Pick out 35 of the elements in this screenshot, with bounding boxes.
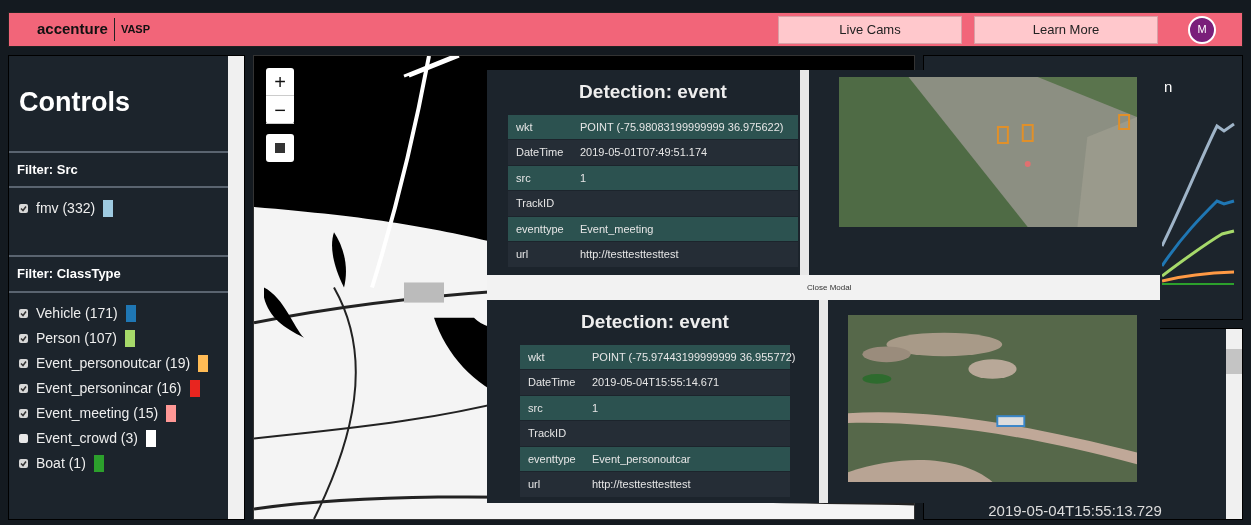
- nav-button[interactable]: Learn More: [974, 15, 1158, 44]
- checkbox[interactable]: [19, 433, 28, 443]
- timestamp: 2019-05-04T15:55:13.729: [988, 503, 1162, 519]
- filter-label: Vehicle (171): [36, 303, 118, 323]
- scrollbar[interactable]: [1226, 329, 1242, 519]
- checkbox[interactable]: [19, 458, 28, 468]
- app-name: VASP: [120, 22, 150, 38]
- chart-title: n: [1164, 77, 1173, 97]
- filter-label: Event_personincar (16): [36, 378, 182, 398]
- check-icon: [20, 459, 27, 467]
- check-icon: [20, 409, 27, 417]
- filter-label: Person (107): [36, 328, 117, 348]
- filter-label: fmv (332): [36, 199, 96, 218]
- user-avatar[interactable]: M: [1188, 15, 1216, 44]
- panel-title: Controls: [18, 86, 131, 119]
- filter-heading: Filter: Src: [9, 150, 228, 188]
- filter-label: Event_meeting (15): [36, 403, 159, 423]
- check-icon: [20, 384, 27, 392]
- checkbox[interactable]: [19, 204, 28, 213]
- logo[interactable]: accenture: [37, 18, 115, 41]
- checkbox[interactable]: [19, 358, 28, 368]
- nav-button[interactable]: Live Cams: [778, 15, 962, 44]
- checkbox[interactable]: [19, 333, 28, 343]
- check-icon: [20, 359, 27, 367]
- check-icon: [20, 334, 27, 342]
- checkbox[interactable]: [19, 408, 28, 418]
- filter-label: Event_personoutcar (19): [36, 353, 191, 373]
- scrollbar[interactable]: [228, 56, 244, 519]
- checkbox[interactable]: [19, 383, 28, 393]
- filter-label: Event_crowd (3): [36, 428, 138, 448]
- filter-label: Boat (1): [36, 453, 86, 473]
- filter-heading: Filter: ClassType: [9, 255, 228, 293]
- check-icon: [20, 205, 27, 212]
- checkbox[interactable]: [19, 308, 28, 318]
- check-icon: [20, 309, 27, 317]
